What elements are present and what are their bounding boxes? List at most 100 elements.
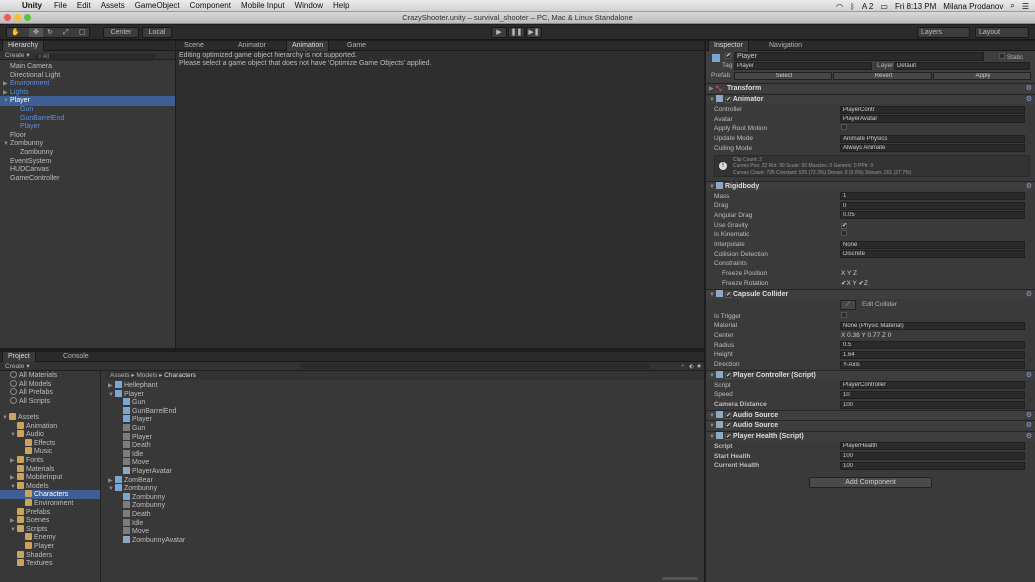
tab-game[interactable]: Game — [342, 41, 371, 51]
edit-collider-button[interactable]: ⟋ — [840, 299, 856, 310]
property-field[interactable]: PlayerAvatar — [840, 115, 1025, 124]
menu-help[interactable]: Help — [333, 1, 349, 10]
property-field[interactable]: 100 — [840, 452, 1025, 460]
hand-tool-icon[interactable]: ✋ — [11, 28, 20, 37]
layer-dropdown[interactable]: Default — [894, 62, 1030, 70]
property-checkbox[interactable] — [841, 124, 847, 133]
search-icon[interactable]: ⌕ — [1010, 1, 1014, 11]
pause-button[interactable]: ❚❚ — [508, 27, 525, 38]
property-field[interactable]: 100 — [840, 400, 1025, 409]
favorite-item[interactable]: All Scripts — [0, 396, 100, 406]
add-component-button[interactable]: Add Component — [809, 476, 932, 488]
menu-file[interactable]: File — [54, 1, 67, 10]
clock[interactable]: Fri 8:13 PM — [895, 2, 936, 11]
static-checkbox[interactable]: Static — [999, 53, 1023, 61]
object-name-input[interactable]: Player — [734, 52, 984, 61]
property-field[interactable]: None — [840, 240, 1025, 249]
app-menu[interactable]: Unity — [22, 1, 42, 10]
fold-arrow-icon[interactable]: ▼ — [709, 371, 716, 381]
property-field[interactable]: 10 — [840, 390, 1025, 399]
property-field[interactable]: PlayerHealth — [840, 442, 1025, 451]
component-header-audio-source[interactable]: ▼ ✔ Audio Source ⚙ — [706, 419, 1035, 431]
fold-arrow-icon[interactable]: ▼ — [709, 432, 716, 442]
menu-mobile-input[interactable]: Mobile Input — [241, 1, 285, 10]
zoom-window-button[interactable] — [24, 14, 31, 21]
hierarchy-search-input[interactable]: ⌕ All — [35, 54, 156, 61]
filter-by-type-icon[interactable]: ◔ — [680, 362, 684, 371]
icon-size-slider[interactable] — [662, 577, 698, 580]
prefab-apply-button[interactable]: Apply — [933, 72, 1031, 80]
component-enabled-checkbox[interactable]: ✔ — [725, 412, 731, 419]
minimize-window-button[interactable] — [14, 14, 21, 21]
step-button[interactable]: ▶❚ — [526, 27, 542, 38]
component-settings-gear-icon[interactable]: ⚙ — [1026, 421, 1032, 431]
component-enabled-checkbox[interactable]: ✔ — [725, 372, 731, 379]
tab-scene[interactable]: Scene — [179, 41, 209, 51]
favorite-star-icon[interactable]: ★ — [696, 362, 702, 371]
bluetooth-icon[interactable]: ᛒ — [850, 2, 855, 11]
component-enabled-checkbox[interactable]: ✔ — [725, 97, 731, 103]
component-settings-gear-icon[interactable]: ⚙ — [1026, 95, 1032, 105]
component-header-audio-source[interactable]: ▼ ✔ Audio Source ⚙ — [706, 409, 1035, 420]
tab-animation[interactable]: Animation — [286, 41, 330, 51]
pivot-local-button[interactable]: Local — [142, 27, 172, 38]
hierarchy-item[interactable]: GameController — [0, 174, 175, 183]
component-enabled-checkbox[interactable]: ✔ — [725, 433, 731, 440]
component-header-rigidbody[interactable]: ▼ Rigidbody ⚙ — [706, 180, 1035, 192]
property-field[interactable]: None (Physic Material) — [840, 321, 1025, 330]
project-search-input[interactable] — [300, 363, 650, 369]
property-field[interactable]: PlayerContr — [840, 105, 1025, 114]
layers-dropdown[interactable]: Layers — [917, 27, 970, 38]
prefab-revert-button[interactable]: Revert — [833, 72, 932, 80]
menu-gameobject[interactable]: GameObject — [135, 1, 180, 10]
play-button[interactable]: ▶ — [491, 27, 507, 38]
property-field[interactable]: 1 — [840, 192, 1025, 200]
rect-tool-icon[interactable]: ▢ — [79, 28, 86, 37]
pivot-center-button[interactable]: Center — [103, 27, 139, 38]
fold-arrow-icon[interactable]: ▼ — [709, 421, 716, 431]
component-settings-gear-icon[interactable]: ⚙ — [1026, 84, 1032, 94]
property-value[interactable]: X Y Z — [841, 269, 857, 278]
close-window-button[interactable] — [4, 14, 11, 21]
property-field[interactable]: Animate Physics — [840, 134, 1025, 143]
component-settings-gear-icon[interactable]: ⚙ — [1026, 432, 1032, 442]
breadcrumb-models[interactable]: Models — [136, 372, 157, 379]
breadcrumb-assets[interactable]: Assets — [110, 372, 130, 379]
property-value[interactable]: X 0.38 Y 0.77 Z 0 — [841, 331, 891, 340]
fold-arrow-icon[interactable]: ▼ — [709, 95, 716, 105]
property-field[interactable]: Discrete — [840, 250, 1025, 259]
filter-by-label-icon[interactable]: ⬖ — [689, 362, 694, 371]
component-enabled-checkbox[interactable]: ✔ — [725, 291, 731, 298]
active-checkbox[interactable]: ✔ — [725, 53, 731, 59]
tag-dropdown[interactable]: Player — [734, 62, 872, 70]
fold-arrow-icon[interactable]: ▼ — [709, 182, 716, 192]
component-header-animator[interactable]: ▼ ✔ Animator ⚙ — [706, 94, 1035, 104]
breadcrumb-characters[interactable]: Characters — [164, 372, 196, 379]
project-create-button[interactable]: Create — [5, 363, 25, 370]
rotate-tool-icon[interactable]: ↻ — [47, 28, 53, 37]
scale-tool-icon[interactable]: ⤢ — [63, 28, 69, 37]
tab-animator[interactable]: Animator — [233, 41, 271, 51]
property-field[interactable]: 1.64 — [840, 350, 1025, 359]
tab-project[interactable]: Project — [2, 352, 36, 362]
menu-edit[interactable]: Edit — [77, 1, 91, 10]
battery-icon[interactable]: ▭ — [880, 2, 888, 11]
list-icon[interactable]: ☰ — [1022, 2, 1029, 11]
layout-dropdown[interactable]: Layout — [975, 27, 1029, 38]
property-value[interactable]: ✔X Y ✔Z — [841, 279, 868, 288]
prefab-select-button[interactable]: Select — [734, 72, 832, 80]
tab-console[interactable]: Console — [58, 352, 94, 362]
property-field[interactable]: 100 — [840, 461, 1025, 470]
component-settings-gear-icon[interactable]: ⚙ — [1026, 371, 1032, 381]
menu-window[interactable]: Window — [295, 1, 323, 10]
property-checkbox[interactable] — [841, 230, 847, 239]
adobe-status[interactable]: A 2 — [862, 2, 874, 11]
property-field[interactable]: PlayerController — [840, 381, 1025, 390]
menu-component[interactable]: Component — [190, 1, 231, 10]
property-field[interactable]: Always Animate — [840, 144, 1025, 153]
fold-arrow-icon[interactable]: ▼ — [709, 290, 716, 300]
component-header-player-controller-script[interactable]: ▼ ✔ Player Controller (Script) ⚙ — [706, 369, 1035, 381]
property-field[interactable]: 0.05 — [840, 211, 1025, 220]
fold-arrow-icon[interactable]: ▶ — [709, 84, 716, 94]
component-enabled-checkbox[interactable]: ✔ — [725, 422, 731, 429]
